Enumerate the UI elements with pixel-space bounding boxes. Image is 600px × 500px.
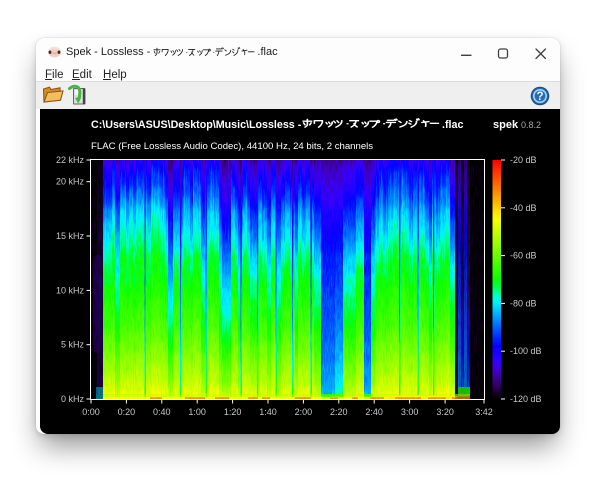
svg-text:2:40: 2:40 xyxy=(365,407,383,417)
svg-text:-40 dB: -40 dB xyxy=(510,203,537,213)
svg-text:0:00: 0:00 xyxy=(82,407,100,417)
svg-text:2:20: 2:20 xyxy=(330,407,348,417)
svg-text:0:20: 0:20 xyxy=(118,407,136,417)
svg-text:3:20: 3:20 xyxy=(436,407,454,417)
svg-text:2:00: 2:00 xyxy=(295,407,313,417)
svg-text:?: ? xyxy=(536,91,543,103)
svg-text:FLAC (Free Lossless Audio Code: FLAC (Free Lossless Audio Codec), 44100 … xyxy=(91,141,373,152)
svg-text:-80 dB: -80 dB xyxy=(510,298,537,308)
svg-text:0 kHz: 0 kHz xyxy=(61,394,85,404)
svg-text:-120 dB: -120 dB xyxy=(510,394,542,404)
svg-text:10 kHz: 10 kHz xyxy=(56,285,85,295)
svg-text:spek: spek xyxy=(493,119,519,131)
svg-text:-60 dB: -60 dB xyxy=(510,251,537,261)
svg-text:1:40: 1:40 xyxy=(259,407,277,417)
svg-text:.flac: .flac xyxy=(442,119,463,131)
svg-text:5 kHz: 5 kHz xyxy=(61,340,85,350)
svg-text:15 kHz: 15 kHz xyxy=(56,231,85,241)
svg-text:1:20: 1:20 xyxy=(224,407,242,417)
svg-text:3:00: 3:00 xyxy=(401,407,419,417)
svg-text:20 kHz: 20 kHz xyxy=(56,177,85,187)
svg-text:22 kHz: 22 kHz xyxy=(56,155,85,165)
svg-text:0.8.2: 0.8.2 xyxy=(521,120,541,130)
svg-text:-20 dB: -20 dB xyxy=(510,155,537,165)
svg-text:1:00: 1:00 xyxy=(188,407,206,417)
svg-text:3:42: 3:42 xyxy=(475,407,493,417)
svg-text:0:40: 0:40 xyxy=(153,407,171,417)
svg-text:C:\Users\ASUS\Desktop\Music\Lo: C:\Users\ASUS\Desktop\Music\Lossless - xyxy=(91,119,302,131)
svg-text:-100 dB: -100 dB xyxy=(510,346,542,356)
